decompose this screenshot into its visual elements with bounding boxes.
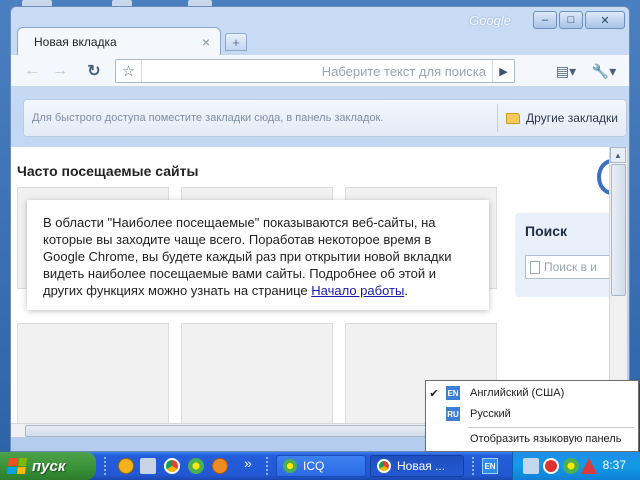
taskbar-item-label: Новая ...: [397, 459, 446, 473]
page-menu-icon[interactable]: ▤▾: [551, 60, 581, 82]
other-bookmarks-button[interactable]: Другие закладки: [498, 111, 626, 125]
taskbar: пуск » ICQ Новая ... EN 8:37: [0, 452, 640, 480]
language-item-en[interactable]: ✔ EN Английский (США): [426, 384, 638, 402]
checkmark-icon: ✔: [429, 387, 439, 400]
most-visited-info: В области "Наиболее посещаемые" показыва…: [27, 200, 489, 310]
toolbar-grip[interactable]: [104, 457, 107, 475]
start-label: пуск: [32, 457, 66, 475]
tab-title: Новая вкладка: [34, 34, 117, 49]
taskbar-item-chrome[interactable]: Новая ...: [370, 455, 464, 477]
quicklaunch-icon[interactable]: [140, 458, 156, 474]
clock[interactable]: 8:37: [603, 458, 626, 472]
icq-icon: [283, 459, 297, 473]
safely-remove-icon[interactable]: [581, 458, 597, 474]
document-icon: [530, 260, 540, 274]
antivirus-icon[interactable]: [543, 458, 559, 474]
bookmarks-hint: Для быстрого доступа поместите закладки …: [32, 112, 384, 124]
omnibox-input[interactable]: [142, 60, 492, 82]
toolbar-grip[interactable]: [266, 457, 269, 475]
windows-flag-icon: [6, 458, 28, 474]
quicklaunch-icon[interactable]: [212, 458, 228, 474]
taskbar-item-label: ICQ: [303, 459, 325, 473]
search-title: Поиск: [525, 223, 568, 239]
search-panel: Поиск Поиск в и: [515, 213, 611, 297]
chrome-icon[interactable]: [164, 458, 180, 474]
language-menu: ✔ EN Английский (США) RU Русский Отобраз…: [425, 380, 639, 452]
show-language-bar-item[interactable]: Отобразить языковую панель: [470, 433, 621, 445]
language-item-ru[interactable]: RU Русский: [426, 405, 638, 423]
taskbar-item-icq[interactable]: ICQ: [276, 455, 366, 477]
tab-close-icon[interactable]: ×: [202, 34, 210, 50]
network-icon[interactable]: [523, 458, 539, 474]
quicklaunch-icon[interactable]: [118, 458, 134, 474]
minimize-button[interactable]: –: [533, 11, 557, 29]
menu-divider: [468, 427, 634, 428]
toolbar: ← → ↻ ☆ ▶ ▤▾ 🔧▾: [11, 55, 629, 87]
window-controls: – □ ✕: [533, 11, 625, 29]
maximize-button[interactable]: □: [559, 11, 583, 29]
bookmarks-bar: Для быстрого доступа поместите закладки …: [23, 99, 627, 137]
language-indicator[interactable]: EN: [482, 458, 498, 474]
language-label: Русский: [470, 408, 511, 420]
system-tray: 8:37: [512, 452, 640, 480]
getting-started-link[interactable]: Начало работы: [311, 283, 404, 298]
scroll-up-icon[interactable]: ▲: [610, 147, 626, 163]
new-tab-button[interactable]: +: [225, 33, 247, 51]
omnibox: ☆ ▶: [115, 59, 515, 83]
language-code-badge: RU: [446, 407, 460, 421]
toolbar-grip[interactable]: [472, 457, 475, 475]
icq-icon[interactable]: [188, 458, 204, 474]
close-window-button[interactable]: ✕: [585, 11, 625, 29]
icq-icon[interactable]: [563, 458, 579, 474]
start-button[interactable]: пуск: [0, 452, 96, 480]
language-code-badge: EN: [446, 386, 460, 400]
vertical-scroll-thumb[interactable]: [611, 164, 626, 296]
search-placeholder: Поиск в и: [544, 260, 597, 274]
most-visited-title: Часто посещаемые сайты: [17, 163, 199, 179]
info-text-end: .: [404, 283, 408, 298]
wrench-icon[interactable]: 🔧▾: [589, 60, 619, 82]
folder-icon: [506, 112, 521, 124]
search-field[interactable]: Поиск в и: [525, 255, 611, 279]
go-icon[interactable]: ▶: [492, 60, 514, 82]
reload-icon[interactable]: ↻: [81, 60, 107, 82]
language-label: Английский (США): [470, 387, 565, 399]
most-visited-thumbnail[interactable]: [17, 323, 169, 425]
quicklaunch-overflow-icon[interactable]: »: [244, 455, 252, 471]
chrome-icon: [377, 459, 391, 473]
forward-arrow-icon[interactable]: →: [47, 60, 73, 82]
most-visited-thumbnail[interactable]: [181, 323, 333, 425]
other-bookmarks-label: Другие закладки: [526, 111, 618, 125]
back-arrow-icon[interactable]: ←: [19, 60, 45, 82]
window-brand: Google: [469, 13, 511, 28]
tab-new-tab[interactable]: Новая вкладка ×: [17, 27, 221, 55]
star-icon[interactable]: ☆: [116, 60, 142, 82]
